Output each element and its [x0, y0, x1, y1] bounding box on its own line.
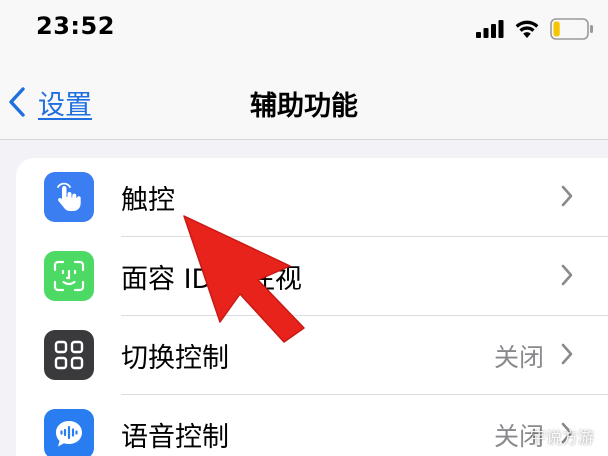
row-value: 关闭 [493, 343, 544, 372]
status-time: 23:52 [36, 12, 115, 40]
page-title: 辅助功能 [250, 91, 358, 122]
battery-icon [550, 18, 593, 40]
row-label: 切换控制 [121, 343, 229, 374]
row-label: 触控 [121, 185, 175, 216]
navigation-bar: 设置 辅助功能 [0, 56, 608, 140]
voice-control-icon [44, 409, 94, 456]
status-bar: 23:52 [0, 0, 608, 56]
settings-list: 触控 面容 ID 与注视 切换控制 关闭 语音控制 关闭 [16, 158, 608, 456]
list-item-voice-control[interactable]: 语音控制 关闭 [16, 395, 608, 456]
list-item-switch-control[interactable]: 切换控制 关闭 [16, 316, 608, 394]
signal-icon [476, 20, 504, 38]
watermark: 宇说方游 [529, 428, 594, 447]
row-label: 语音控制 [121, 422, 229, 453]
list-item-face-id[interactable]: 面容 ID 与注视 [16, 237, 608, 315]
chevron-right-icon [561, 264, 573, 286]
touch-hand-icon [44, 172, 94, 222]
row-label: 面容 ID 与注视 [121, 264, 302, 295]
wifi-icon [515, 20, 539, 38]
list-item-touch[interactable]: 触控 [16, 158, 608, 236]
switch-control-icon [44, 330, 94, 380]
chevron-right-icon [561, 185, 573, 207]
chevron-right-icon [561, 343, 573, 365]
face-id-icon [44, 251, 94, 301]
